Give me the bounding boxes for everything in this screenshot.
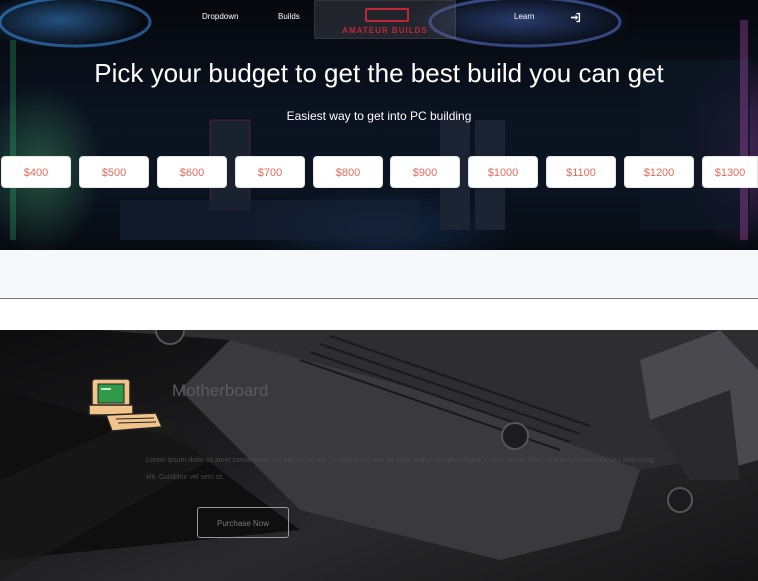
sign-in-icon[interactable]	[570, 12, 581, 23]
budget-button-900[interactable]: $900	[390, 156, 460, 188]
budget-button-600[interactable]: $600	[157, 156, 227, 188]
budget-button-500[interactable]: $500	[79, 156, 149, 188]
budget-button-1200[interactable]: $1200	[624, 156, 694, 188]
hero-section: Dropdown Builds AMATEUR BUILDS Learn Pic…	[0, 0, 758, 250]
product-section: Motherboard Lorem ipsum dolor sit amet c…	[0, 330, 758, 581]
logo[interactable]: AMATEUR BUILDS	[314, 0, 456, 39]
empty-band-2	[0, 299, 758, 330]
budget-button-800[interactable]: $800	[313, 156, 383, 188]
budget-buttons: $400 $500 $600 $700 $800 $900 $1000 $110…	[0, 156, 758, 188]
purchase-now-button[interactable]: Purchase Now	[197, 507, 289, 538]
nav-learn[interactable]: Learn	[514, 12, 534, 21]
budget-button-1100[interactable]: $1100	[546, 156, 616, 188]
product-description: Lorem ipsum dolor sit amet consectetur s…	[146, 457, 654, 481]
logo-text: AMATEUR BUILDS	[342, 26, 428, 35]
budget-button-1000[interactable]: $1000	[468, 156, 538, 188]
computer-icon	[88, 378, 164, 432]
logo-mark	[365, 8, 409, 22]
budget-button-700[interactable]: $700	[235, 156, 305, 188]
page-subtitle: Easiest way to get into PC building	[286, 109, 472, 123]
product-heading: Motherboard	[172, 381, 269, 400]
page-title: Pick your budget to get the best build y…	[94, 58, 664, 88]
nav-builds[interactable]: Builds	[278, 12, 300, 21]
budget-button-400[interactable]: $400	[1, 156, 71, 188]
empty-band	[0, 250, 758, 298]
nav-dropdown[interactable]: Dropdown	[202, 12, 238, 21]
top-nav: Dropdown Builds AMATEUR BUILDS Learn	[0, 0, 758, 39]
budget-button-1300[interactable]: $1300	[702, 156, 758, 188]
